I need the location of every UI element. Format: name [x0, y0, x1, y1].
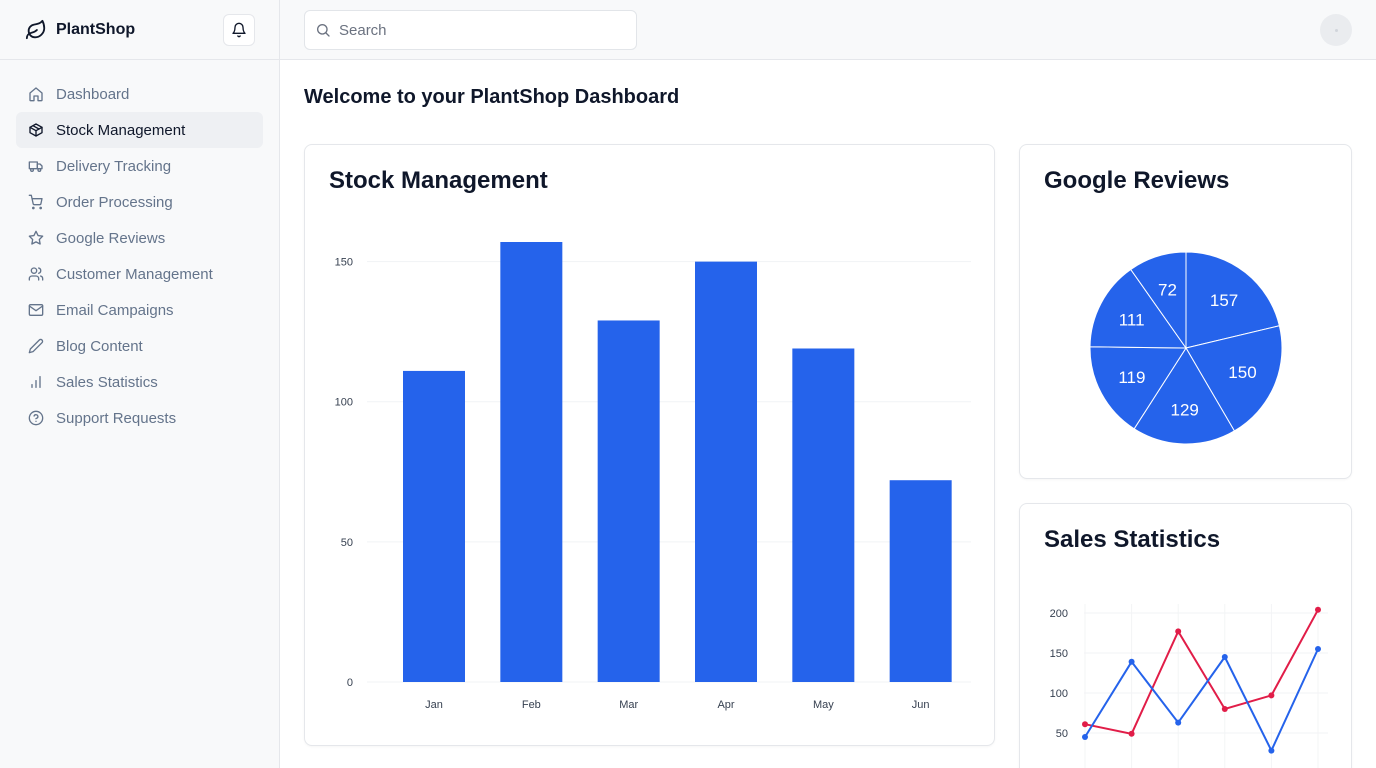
- box-icon: [28, 122, 44, 138]
- home-icon: [28, 86, 44, 102]
- sidebar-item-customer-management[interactable]: Customer Management: [16, 256, 263, 292]
- pencil-icon: [28, 338, 44, 354]
- users-icon: [28, 266, 44, 282]
- search-input[interactable]: [339, 21, 619, 39]
- x-tick-label: May: [813, 699, 834, 711]
- sidebar-item-label: Google Reviews: [56, 229, 166, 247]
- mail-icon: [28, 302, 44, 318]
- pie-slice-label: 119: [1118, 368, 1145, 387]
- bar-mar: [597, 320, 660, 682]
- bar-chart-icon: [28, 374, 44, 390]
- series-point: [1175, 719, 1182, 726]
- reviews-pie-chart: 157 150 129 119 111 72: [1089, 251, 1283, 445]
- truck-icon: [28, 158, 44, 174]
- bar-jun: [889, 480, 952, 682]
- sidebar-item-google-reviews[interactable]: Google Reviews: [16, 220, 263, 256]
- sidebar-item-dashboard[interactable]: Dashboard: [16, 76, 263, 112]
- series-point: [1175, 628, 1182, 635]
- cart-icon: [28, 194, 44, 210]
- series-point: [1268, 692, 1275, 699]
- sidebar-item-support-requests[interactable]: Support Requests: [16, 400, 263, 436]
- search-box[interactable]: [304, 10, 637, 50]
- y-tick-label: 50: [1056, 728, 1068, 740]
- notifications-button[interactable]: [223, 14, 255, 46]
- star-icon: [28, 230, 44, 246]
- x-tick-label: Feb: [522, 699, 541, 711]
- series-point: [1082, 721, 1088, 728]
- y-tick-label: 0: [347, 677, 353, 689]
- series-point: [1315, 606, 1321, 613]
- pie-slice-label: 72: [1158, 280, 1177, 299]
- y-tick-label: 50: [341, 537, 353, 549]
- avatar[interactable]: [1320, 14, 1352, 46]
- bar-apr: [695, 261, 757, 682]
- sidebar-item-label: Delivery Tracking: [56, 157, 172, 175]
- series-point: [1221, 706, 1228, 712]
- leaf-icon: [24, 18, 48, 42]
- x-tick-label: Mar: [619, 699, 638, 711]
- y-tick-label: 100: [1050, 688, 1068, 700]
- series-point: [1221, 654, 1228, 660]
- x-tick-label: Jan: [425, 699, 443, 711]
- y-tick-label: 100: [335, 397, 353, 409]
- sidebar-item-delivery-tracking[interactable]: Delivery Tracking: [16, 148, 263, 184]
- avatar-placeholder-icon: [1334, 28, 1338, 32]
- page-title: Welcome to your PlantShop Dashboard: [304, 86, 680, 108]
- brand-bar: PlantShop: [0, 0, 279, 60]
- help-circle-icon: [28, 410, 44, 426]
- sidebar-item-sales-statistics[interactable]: Sales Statistics: [16, 364, 263, 400]
- sidebar-item-label: Order Processing: [56, 193, 173, 211]
- pie-slice-label: 157: [1210, 291, 1238, 310]
- bell-icon: [231, 22, 247, 38]
- sidebar-item-label: Sales Statistics: [56, 373, 158, 391]
- sidebar-item-order-processing[interactable]: Order Processing: [16, 184, 263, 220]
- y-tick-label: 200: [1050, 608, 1068, 620]
- y-tick-label: 150: [335, 257, 353, 269]
- series-line-0: [1084, 609, 1319, 735]
- stock-management-card: Stock Management 0 50 100 150 Jan Feb Mar Apr Ma…: [304, 144, 995, 746]
- brand-name: PlantShop: [56, 20, 136, 38]
- sidebar-item-label: Stock Management: [56, 121, 186, 139]
- series-point: [1315, 646, 1321, 652]
- pie-slice-label: 129: [1171, 400, 1199, 419]
- sidebar-item-label: Blog Content: [56, 337, 143, 355]
- search-icon: [315, 22, 331, 38]
- sales-line-chart: 50 100 150 200: [1050, 604, 1328, 768]
- series-point: [1082, 734, 1088, 740]
- series-line-1: [1084, 648, 1319, 753]
- bar-may: [792, 348, 855, 682]
- pie-slice-label: 150: [1228, 363, 1256, 382]
- sidebar-item-blog-content[interactable]: Blog Content: [16, 328, 263, 364]
- bar-feb: [500, 242, 563, 682]
- bar-jan: [403, 370, 465, 682]
- sidebar-item-label: Dashboard: [56, 85, 130, 103]
- x-tick-label: Apr: [717, 699, 734, 711]
- sidebar-item-stock-management[interactable]: Stock Management: [16, 112, 263, 148]
- pie-slice-label: 111: [1119, 310, 1145, 329]
- google-reviews-card: Google Reviews 157 150 129 119 111 72: [1019, 144, 1352, 479]
- series-point: [1128, 730, 1135, 737]
- sidebar: PlantShop Dashboard Stock Management Deliv…: [0, 0, 280, 768]
- sidebar-item-label: Customer Management: [56, 265, 213, 283]
- sidebar-item-email-campaigns[interactable]: Email Campaigns: [16, 292, 263, 328]
- sidebar-nav: Dashboard Stock Management Delivery Tracki…: [0, 60, 279, 452]
- series-point: [1268, 747, 1275, 754]
- y-tick-label: 150: [1050, 648, 1068, 660]
- sidebar-item-label: Email Campaigns: [56, 301, 174, 319]
- x-tick-label: Jun: [912, 699, 930, 711]
- sidebar-item-label: Support Requests: [56, 409, 177, 427]
- sales-statistics-card: Sales Statistics 50 100 150 200: [1019, 503, 1352, 768]
- stock-bar-chart: 0 50 100 150 Jan Feb Mar Apr May Jun: [335, 242, 971, 711]
- topbar: [280, 0, 1376, 60]
- series-point: [1128, 658, 1135, 665]
